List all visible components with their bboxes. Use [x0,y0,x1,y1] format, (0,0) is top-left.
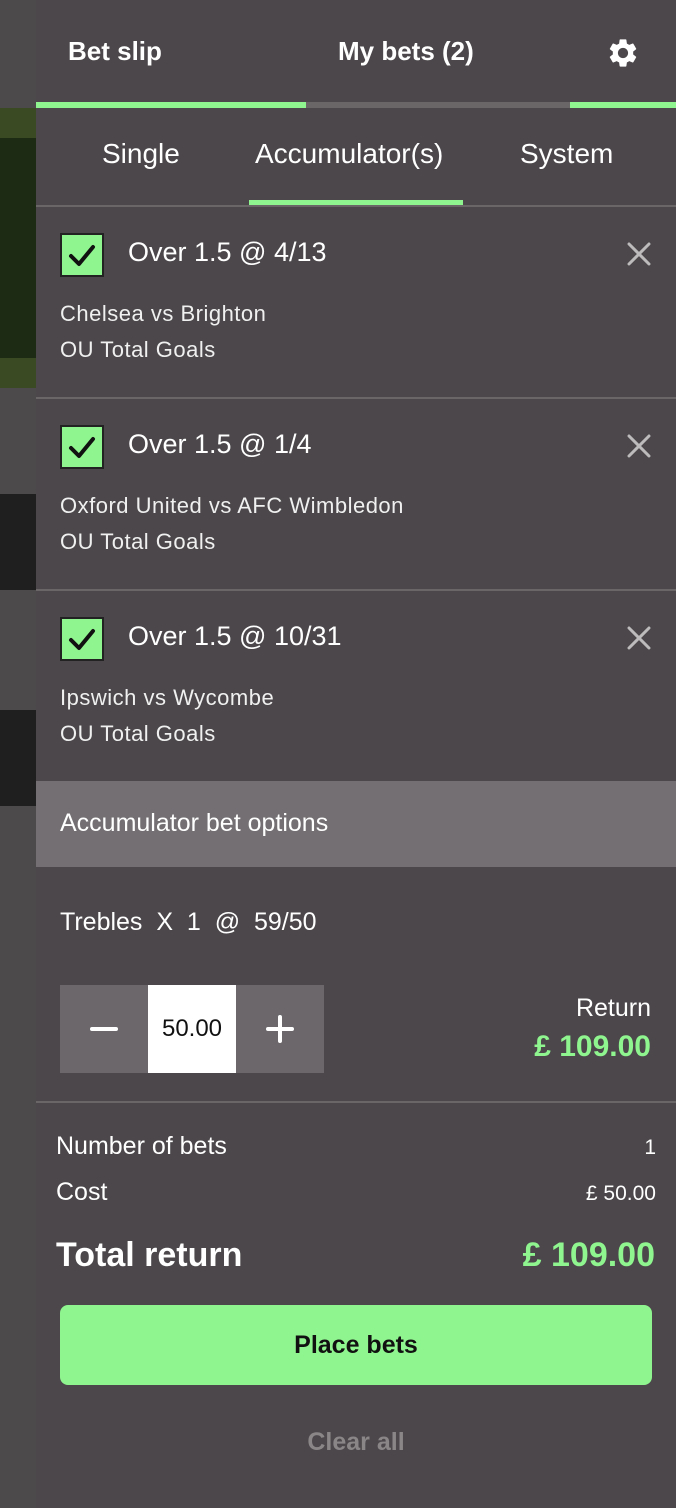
gear-icon[interactable] [606,36,640,70]
checkmark-icon [69,245,95,266]
stake-input[interactable]: 50.00 [148,985,236,1073]
number-of-bets-value: 1 [644,1136,656,1159]
checkmark-icon [69,629,95,650]
plus-icon [266,1015,294,1043]
return-value: £ 109.00 [534,1030,651,1063]
minus-icon [90,1027,118,1031]
clear-all-button[interactable]: Clear all [36,1428,676,1457]
treble-line: Trebles X 1 @ 59/50 [60,908,317,936]
tab-bet-slip[interactable]: Bet slip [68,36,162,67]
tab-inactive-indicator [306,102,570,108]
bet-slip-header: Bet slip My bets (2) [36,0,676,108]
background-block [0,108,36,138]
tab-my-bets[interactable]: My bets (2) [338,36,474,67]
selection-match: Oxford United vs AFC Wimbledon [60,493,404,518]
selection-item: Over 1.5 @ 10/31 Ipswich vs Wycombe OU T… [36,591,676,781]
selection-title: Over 1.5 @ 4/13 [128,237,327,267]
background-block [0,138,36,358]
selection-item: Over 1.5 @ 1/4 Oxford United vs AFC Wimb… [36,399,676,589]
bet-slip-panel: Bet slip My bets (2) Single Accumulator(… [36,0,676,1508]
selection-market: OU Total Goals [60,337,216,362]
tab-active-indicator [570,102,676,108]
accumulator-options-label: Accumulator bet options [60,809,329,837]
selection-match: Chelsea vs Brighton [60,301,267,326]
stake-stepper: 50.00 [60,985,324,1073]
close-icon[interactable] [624,623,654,653]
place-bets-button[interactable]: Place bets [60,1305,652,1385]
tab-accumulators[interactable]: Accumulator(s) [255,138,443,170]
selection-market: OU Total Goals [60,529,216,554]
selection-market: OU Total Goals [60,721,216,746]
selection-checkbox[interactable] [60,617,104,661]
cost-label: Cost [56,1178,108,1206]
return-label: Return [575,994,651,1022]
selection-match: Ipswich vs Wycombe [60,685,275,710]
increase-stake-button[interactable] [236,985,324,1073]
selection-item: Over 1.5 @ 4/13 Chelsea vs Brighton OU T… [36,207,676,397]
total-return-value: £ 109.00 [522,1236,655,1274]
background-block [0,358,36,388]
accumulator-options-bar: Accumulator bet options [36,781,676,867]
checkmark-icon [69,437,95,458]
tab-single[interactable]: Single [102,138,180,170]
selection-title: Over 1.5 @ 1/4 [128,429,312,459]
cost-value: £ 50.00 [585,1182,656,1205]
tab-active-indicator [36,102,306,108]
selection-checkbox[interactable] [60,425,104,469]
tab-system[interactable]: System [520,138,613,170]
decrease-stake-button[interactable] [60,985,148,1073]
selection-title: Over 1.5 @ 10/31 [128,621,342,651]
number-of-bets-label: Number of bets [56,1132,227,1160]
divider [36,1101,676,1103]
close-icon[interactable] [624,431,654,461]
total-return-label: Total return [56,1236,243,1274]
background-block [0,494,36,590]
selection-checkbox[interactable] [60,233,104,277]
background-block [0,710,36,806]
close-icon[interactable] [624,239,654,269]
